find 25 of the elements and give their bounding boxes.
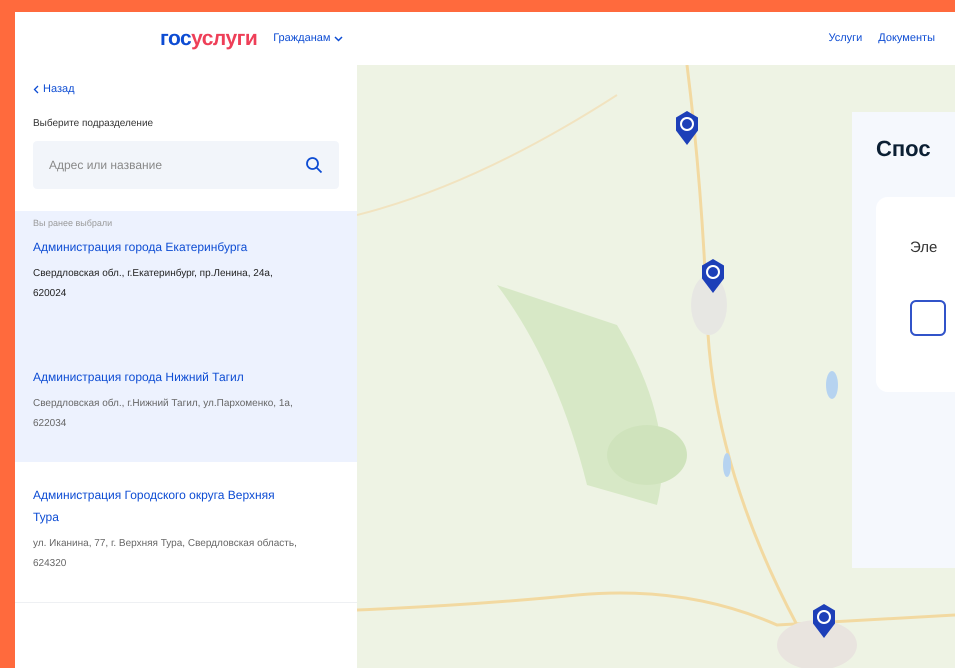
back-link[interactable]: Назад — [33, 81, 75, 98]
audience-menu[interactable]: Гражданам — [273, 30, 344, 47]
office-address: Свердловская обл., г.Нижний Тагил, ул.Пархоменко, 1а, 622034 — [33, 397, 294, 431]
office-name: Администрация Городского округа Верхняя Тура — [33, 487, 276, 526]
map-pin-icon[interactable] — [700, 258, 726, 294]
chevron-left-icon — [33, 84, 39, 94]
option-label: Эле — [910, 238, 938, 258]
dialog-title: Спос — [876, 135, 932, 163]
nav-link[interactable]: Документы — [878, 30, 935, 47]
office-name: Администрация города Нижний Тагил — [33, 369, 245, 386]
office-item[interactable]: Вы ранее выбрали Администрация города Екатеринбурга Свердловская обл., г.Екатеринбург, пр.Ленина, 24а, 620024 — [15, 210, 357, 344]
previous-caption: Вы ранее выбрали — [33, 216, 114, 230]
office-address: ул. Иканина, 77, г. Верхняя Тура, Свердловская область, 624320 — [33, 537, 298, 571]
chevron-down-icon — [334, 36, 344, 42]
search-icon[interactable] — [305, 156, 323, 174]
office-address: Свердловская обл., г.Екатеринбург, пр.Ленина, 24а, 620024 — [33, 267, 274, 301]
field-label: Выберите подразделение — [33, 116, 154, 130]
office-name: Администрация города Екатеринбурга — [33, 239, 248, 256]
office-item[interactable]: Администрация города Нижний Тагил Свердловская обл., г.Нижний Тагил, ул.Пархоменко, 1а, 622034 — [15, 344, 357, 462]
map-pin-icon[interactable] — [674, 110, 700, 146]
nav-link[interactable]: Услуги — [828, 30, 862, 47]
logo[interactable]: госуслуги — [160, 22, 258, 54]
checkbox[interactable] — [910, 300, 946, 336]
search-field[interactable]: Адрес или название — [33, 140, 339, 188]
map-pin-icon[interactable] — [811, 603, 837, 639]
